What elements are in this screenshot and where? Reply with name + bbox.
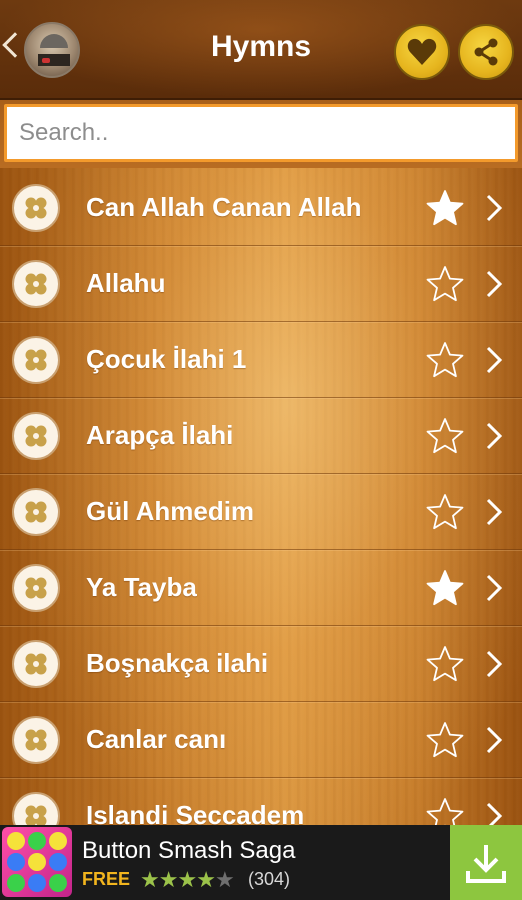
chevron-right-icon: [486, 498, 503, 526]
list-item[interactable]: Ya Tayba: [0, 550, 522, 626]
heart-icon: [407, 38, 437, 65]
share-icon: [474, 38, 498, 66]
star-outline-icon[interactable]: [425, 720, 465, 760]
star-outline-icon[interactable]: [425, 492, 465, 532]
list-item[interactable]: Çocuk İlahi 1: [0, 322, 522, 398]
clover-icon: [12, 716, 60, 764]
ad-title[interactable]: Button Smash Saga: [82, 837, 295, 865]
top-app-bar: Hymns: [0, 0, 522, 100]
hymn-title: Can Allah Canan Allah: [86, 192, 362, 222]
search-bar: [0, 100, 522, 168]
ad-price: FREE: [82, 869, 131, 889]
hymn-title: Arapça İlahi: [86, 420, 234, 450]
ad-review-count: (304): [248, 869, 291, 889]
clover-icon: [12, 488, 60, 536]
download-icon: [466, 844, 506, 883]
list-item[interactable]: Boşnakça ilahi: [0, 626, 522, 702]
chevron-right-icon: [486, 346, 503, 374]
list-item[interactable]: Gül Ahmedim: [0, 474, 522, 550]
list-item[interactable]: Can Allah Canan Allah: [0, 170, 522, 246]
clover-icon: [12, 260, 60, 308]
hymn-title: Boşnakça ilahi: [86, 648, 269, 678]
search-input[interactable]: [4, 104, 518, 162]
star-outline-icon[interactable]: [425, 264, 465, 304]
hymn-list: Can Allah Canan Allah Allahu Çocuk İlahi 1…: [0, 170, 522, 854]
clover-icon: [12, 184, 60, 232]
chevron-right-icon: [486, 194, 503, 222]
hymn-title: Gül Ahmedim: [86, 496, 255, 526]
star-filled-icon[interactable]: [425, 568, 465, 608]
rating-star-icon: ★: [177, 867, 197, 892]
favorites-button[interactable]: [394, 24, 450, 80]
clover-icon: [12, 412, 60, 460]
clover-icon: [12, 640, 60, 688]
chevron-right-icon: [486, 650, 503, 678]
chevron-right-icon: [486, 574, 503, 602]
rating-star-icon: ★: [214, 867, 235, 892]
hymn-title: Ya Tayba: [86, 572, 197, 602]
list-item[interactable]: Arapça İlahi: [0, 398, 522, 474]
chevron-right-icon: [486, 726, 503, 754]
list-item[interactable]: Canlar canı: [0, 702, 522, 778]
rating-star-icon: ★: [196, 867, 216, 892]
download-button[interactable]: [450, 825, 522, 900]
chevron-right-icon: [486, 422, 503, 450]
rating-star-icon: ★: [158, 867, 179, 892]
list-item[interactable]: Allahu: [0, 246, 522, 322]
clover-icon: [12, 336, 60, 384]
clover-icon: [12, 564, 60, 612]
hymn-title: Allahu: [86, 268, 166, 298]
rating-star-icon: ★: [140, 867, 160, 892]
star-filled-icon[interactable]: [425, 188, 465, 228]
star-outline-icon[interactable]: [425, 416, 465, 456]
hymn-title: Çocuk İlahi 1: [86, 344, 247, 374]
share-button[interactable]: [458, 24, 514, 80]
ad-app-icon[interactable]: [2, 827, 72, 897]
star-outline-icon[interactable]: [425, 644, 465, 684]
star-outline-icon[interactable]: [425, 340, 465, 380]
ad-banner[interactable]: Button Smash Saga FREE ★★★★★ (304): [0, 825, 522, 900]
chevron-right-icon: [486, 270, 503, 298]
hymn-title: Canlar canı: [86, 724, 227, 754]
ad-rating: ★★★★★: [140, 867, 235, 893]
